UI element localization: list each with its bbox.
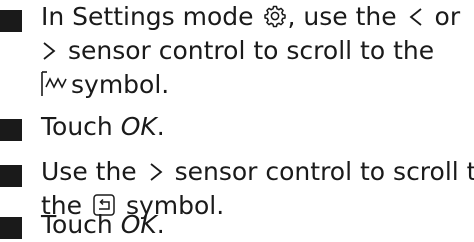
step-2-text-a: Touch (41, 112, 113, 141)
step-4-text-a: Touch (41, 210, 113, 239)
step-1-text-e: symbol. (71, 70, 170, 99)
step-2: Touch OK. (0, 110, 474, 144)
less-than-arrow-icon (409, 8, 422, 26)
step-1: In Settings mode , use the or sensor con… (0, 0, 474, 99)
step-1-line-3: symbol. (41, 68, 471, 102)
step-4-text: Touch OK. (41, 208, 471, 242)
step-1-text-b: , use the (287, 2, 397, 31)
step-1-text-a: In Settings mode (41, 2, 254, 31)
step-1-line-1: In Settings mode , use the or (41, 0, 471, 34)
gear-icon (263, 5, 286, 28)
step-2-text-c: . (156, 112, 165, 141)
step-4: Touch OK. (0, 208, 474, 242)
sensor-symbol-icon (41, 71, 67, 96)
step-1-line-2: sensor control to scroll to the (41, 34, 471, 68)
step-1-text: In Settings mode , use the or sensor con… (41, 0, 471, 102)
step-2-text: Touch OK. (41, 110, 471, 144)
bullet-square (0, 10, 22, 32)
bullet-square (0, 119, 22, 141)
greater-than-arrow-icon (150, 163, 163, 181)
greater-than-arrow-icon (43, 42, 56, 60)
step-1-text-d: sensor control to scroll to the (67, 36, 435, 65)
step-3-line-1: Use the sensor control to scroll to (41, 155, 474, 189)
bullet-square (0, 165, 22, 187)
ok-label: OK (120, 112, 157, 141)
bullet-square (0, 217, 22, 239)
ok-label: OK (120, 210, 157, 239)
step-4-text-c: . (156, 210, 165, 239)
step-1-text-c: or (434, 2, 461, 31)
step-3-text-a: Use the (41, 157, 137, 186)
step-3-text-b: sensor control to scroll to (174, 157, 474, 186)
